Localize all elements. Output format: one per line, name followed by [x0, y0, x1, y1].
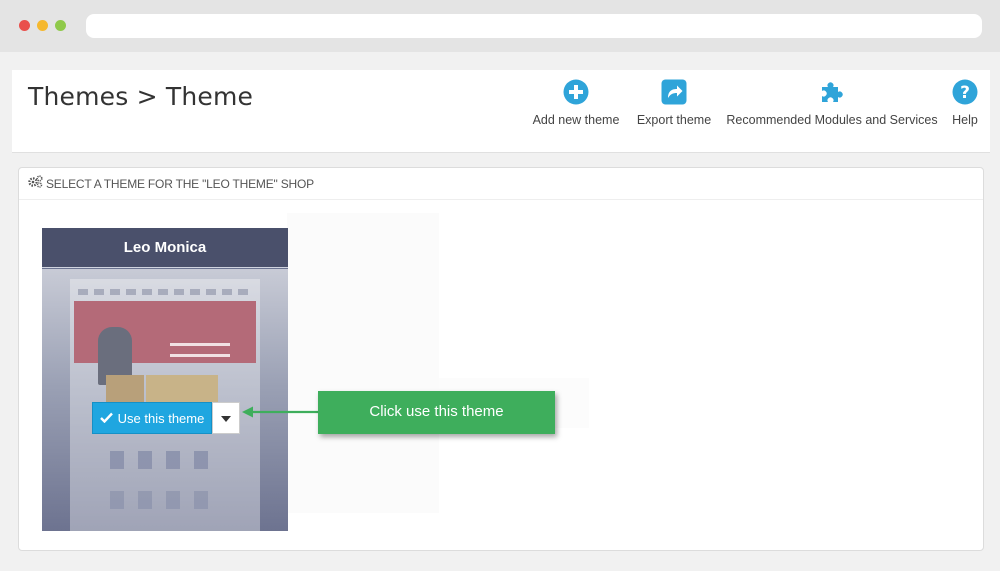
- theme-name: Leo Monica: [123, 239, 207, 256]
- share-icon: [660, 78, 688, 106]
- address-bar[interactable]: [86, 14, 982, 38]
- minimize-window-dot[interactable]: [37, 20, 48, 31]
- preview-banner-text: [170, 343, 230, 357]
- svg-text:?: ?: [960, 83, 970, 103]
- preview-nav: [78, 289, 252, 295]
- preview-products-row-1: [110, 451, 220, 469]
- preview-banner: [74, 301, 256, 385]
- preview-thumb-2: [146, 375, 218, 405]
- use-this-theme-label: Use this theme: [117, 410, 205, 426]
- add-new-theme-button[interactable]: Add new theme: [530, 78, 622, 138]
- puzzle-icon: [818, 78, 846, 106]
- theme-card: Leo Monica Use this theme: [42, 228, 288, 531]
- use-this-theme-button[interactable]: Use this theme: [92, 402, 212, 434]
- panel-heading-text: SELECT A THEME FOR THE "LEO THEME" SHOP: [46, 176, 314, 191]
- recommended-modules-label: Recommended Modules and Services: [726, 113, 938, 127]
- check-icon: [99, 411, 113, 426]
- plus-circle-icon: [562, 78, 590, 106]
- page-header: Themes > Theme Add new theme Export them…: [12, 70, 990, 153]
- preview-products-row-2: [110, 491, 220, 509]
- callout-text: Click use this theme: [369, 403, 504, 420]
- add-new-theme-label: Add new theme: [532, 113, 620, 127]
- export-theme-button[interactable]: Export theme: [633, 78, 715, 138]
- close-window-dot[interactable]: [19, 20, 30, 31]
- browser-chrome: [0, 0, 1000, 52]
- maximize-window-dot[interactable]: [55, 20, 66, 31]
- theme-options-dropdown[interactable]: [212, 402, 240, 434]
- preview-thumb-1: [106, 375, 144, 405]
- caret-down-icon: [221, 409, 231, 427]
- panel-heading: SELECT A THEME FOR THE "LEO THEME" SHOP: [19, 168, 983, 200]
- page-title: Themes > Theme: [28, 82, 254, 111]
- theme-card-title: Leo Monica: [42, 228, 288, 268]
- card-shadow: [287, 213, 439, 513]
- annotation-arrow: [242, 406, 320, 418]
- help-button[interactable]: ? Help: [949, 78, 981, 138]
- gears-icon: [28, 174, 43, 193]
- theme-select-panel: SELECT A THEME FOR THE "LEO THEME" SHOP …: [18, 167, 984, 551]
- help-label: Help: [952, 113, 978, 127]
- export-theme-label: Export theme: [636, 113, 712, 127]
- recommended-modules-button[interactable]: Recommended Modules and Services: [725, 78, 939, 138]
- annotation-callout: Click use this theme: [318, 391, 555, 434]
- question-circle-icon: ?: [951, 78, 979, 106]
- theme-preview-area: Use this theme: [42, 269, 288, 531]
